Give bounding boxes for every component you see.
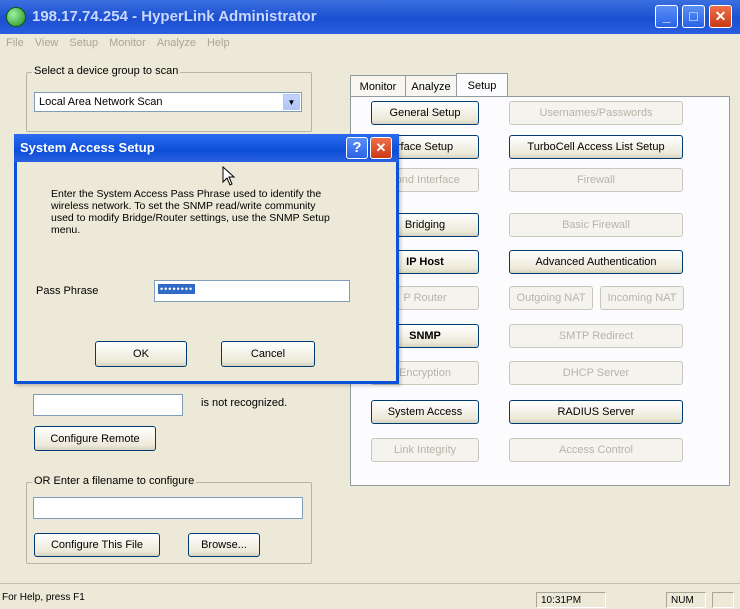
dialog-title: System Access Setup	[20, 140, 155, 155]
menu-bar: File View Setup Monitor Analyze Help	[0, 34, 740, 53]
tab-analyze[interactable]: Analyze	[405, 75, 457, 97]
access-control-button[interactable]: Access Control	[509, 438, 683, 462]
chevron-down-icon[interactable]: ▼	[283, 94, 300, 110]
dialog-message: Enter the System Access Pass Phrase used…	[51, 188, 330, 236]
status-help-text: For Help, press F1	[2, 592, 85, 603]
menu-analyze[interactable]: Analyze	[151, 34, 201, 49]
smtp-redirect-button[interactable]: SMTP Redirect	[509, 324, 683, 348]
dialog-close-icon[interactable]: ✕	[370, 137, 392, 159]
configure-remote-button[interactable]: Configure Remote	[34, 426, 156, 451]
usernames-passwords-button[interactable]: Usernames/Passwords	[509, 101, 683, 125]
mouse-cursor-icon	[222, 166, 236, 186]
device-group-label: Select a device group to scan	[32, 65, 181, 77]
status-time: 10:31PM	[536, 592, 606, 608]
window-titlebar[interactable]: 198.17.74.254 - HyperLink Administrator …	[0, 0, 740, 34]
filename-group-label: OR Enter a filename to configure	[32, 475, 197, 487]
incoming-nat-button[interactable]: Incoming NAT	[600, 286, 684, 310]
not-recognized-text: is not recognized.	[201, 397, 288, 409]
minimize-icon: _	[662, 8, 671, 24]
status-bar: For Help, press F1 10:31PM NUM	[0, 583, 740, 609]
device-group-value: Local Area Network Scan	[39, 96, 163, 108]
firewall-button[interactable]: Firewall	[509, 168, 683, 192]
app-globe-icon	[6, 7, 26, 27]
dialog-titlebar[interactable]: System Access Setup ? ✕	[14, 134, 399, 162]
close-button[interactable]: ✕	[709, 5, 732, 28]
outgoing-nat-button[interactable]: Outgoing NAT	[509, 286, 593, 310]
status-pane-empty	[712, 592, 734, 608]
status-num: NUM	[666, 592, 706, 608]
system-access-dialog	[14, 134, 399, 384]
tab-monitor[interactable]: Monitor	[350, 75, 406, 97]
advanced-authentication-button[interactable]: Advanced Authentication	[509, 250, 683, 274]
radius-server-button[interactable]: RADIUS Server	[509, 400, 683, 424]
pass-phrase-label: Pass Phrase	[36, 285, 99, 297]
system-access-button[interactable]: System Access	[371, 400, 479, 424]
close-icon: ✕	[714, 8, 727, 24]
ok-button[interactable]: OK	[95, 341, 187, 367]
pass-phrase-input[interactable]: ••••••••	[154, 280, 350, 302]
device-group-select[interactable]: Local Area Network Scan ▼	[34, 92, 302, 112]
maximize-button[interactable]: □	[682, 5, 705, 28]
configure-file-button[interactable]: Configure This File	[34, 533, 160, 557]
filename-input[interactable]	[33, 497, 303, 519]
menu-monitor[interactable]: Monitor	[103, 34, 151, 49]
basic-firewall-button[interactable]: Basic Firewall	[509, 213, 683, 237]
window-title: 198.17.74.254 - HyperLink Administrator	[32, 8, 317, 25]
menu-setup[interactable]: Setup	[63, 34, 103, 49]
help-icon[interactable]: ?	[346, 137, 368, 159]
link-integrity-button[interactable]: Link Integrity	[371, 438, 479, 462]
maximize-icon: □	[689, 8, 698, 24]
menu-help[interactable]: Help	[201, 34, 235, 49]
turbocell-access-list-button[interactable]: TurboCell Access List Setup	[509, 135, 683, 159]
tab-setup[interactable]: Setup	[456, 73, 508, 97]
minimize-button[interactable]: _	[655, 5, 678, 28]
menu-file[interactable]: File	[0, 34, 29, 49]
cancel-button[interactable]: Cancel	[221, 341, 315, 367]
dhcp-server-button[interactable]: DHCP Server	[509, 361, 683, 385]
general-setup-button[interactable]: General Setup	[371, 101, 479, 125]
menu-view[interactable]: View	[29, 34, 64, 49]
browse-button[interactable]: Browse...	[188, 533, 260, 557]
remote-address-input[interactable]	[33, 394, 183, 416]
pass-phrase-value: ••••••••	[158, 284, 196, 294]
